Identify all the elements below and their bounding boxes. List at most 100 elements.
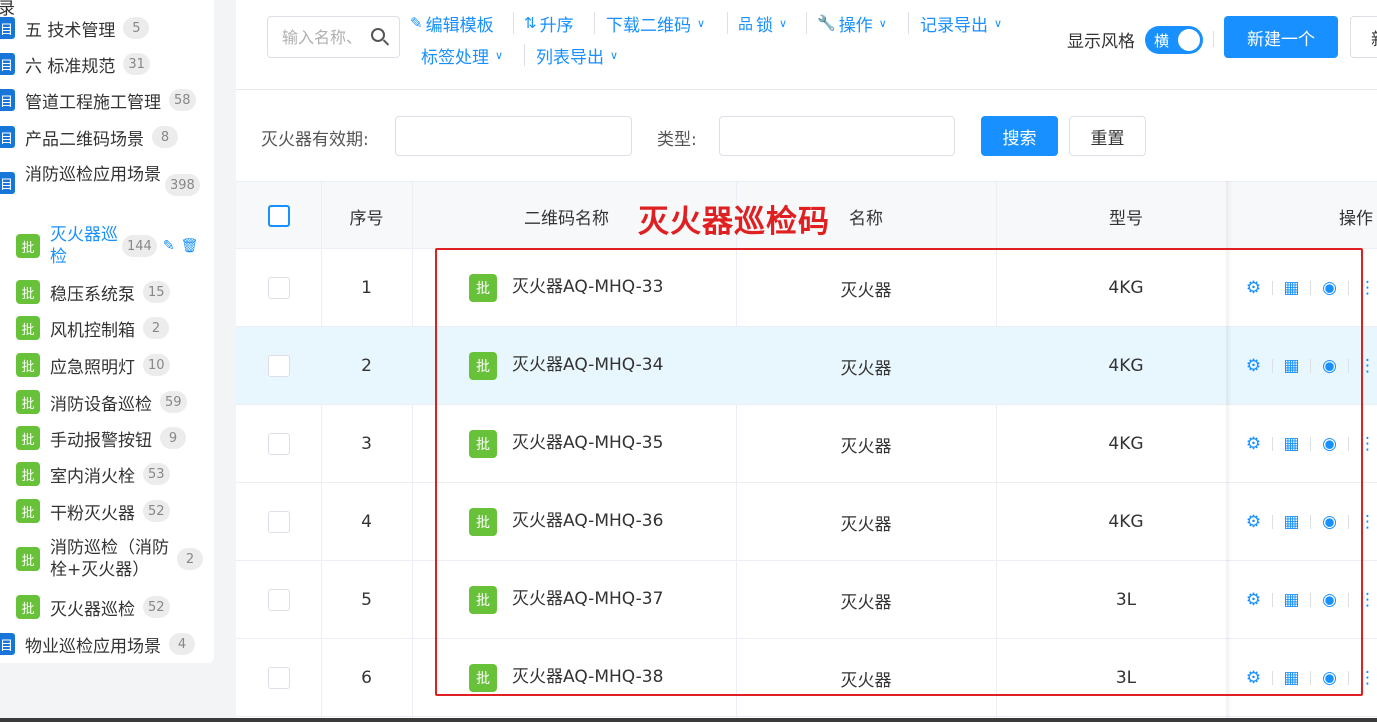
- row-checkbox[interactable]: [268, 667, 290, 689]
- select-all-checkbox[interactable]: [268, 205, 290, 227]
- row-actions: ⚙ ▦ ◉ ⋮: [1226, 561, 1377, 639]
- row-checkbox[interactable]: [268, 277, 290, 299]
- row-name: 灭火器: [736, 639, 996, 717]
- search-box[interactable]: [267, 16, 400, 58]
- batch-tag-icon: 批: [16, 316, 40, 340]
- tree-item[interactable]: 目 管道工程施工管理 58: [0, 85, 196, 115]
- qr-code-icon[interactable]: ▦: [1282, 668, 1301, 688]
- eye-view-icon[interactable]: ◉: [1320, 512, 1339, 532]
- tree-child-item-active[interactable]: 批 灭火器巡检 144 ✎ 🗑: [16, 222, 198, 270]
- table-row[interactable]: 1批灭火器AQ-MHQ-33灭火器4KG⚙▦◉⋮: [236, 249, 1377, 327]
- search-button[interactable]: 搜索: [981, 116, 1058, 156]
- download-qr-label: 下载二维码: [606, 11, 691, 36]
- tree-item[interactable]: 目 物业巡检应用场景 4: [0, 629, 195, 659]
- tree-item[interactable]: 目 五 技术管理 5: [0, 13, 149, 43]
- tree-item[interactable]: 目 产品二维码场景 8: [0, 122, 178, 152]
- settings-gear-icon[interactable]: ⚙: [1244, 668, 1263, 688]
- table-row[interactable]: 3批灭火器AQ-MHQ-35灭火器4KG⚙▦◉⋮: [236, 405, 1377, 483]
- operate-dropdown[interactable]: 🔧 操作 ∨: [817, 10, 887, 36]
- table-row[interactable]: 2批灭火器AQ-MHQ-34灭火器4KG⚙▦◉⋮: [236, 327, 1377, 405]
- qr-name-link[interactable]: 灭火器AQ-MHQ-38: [512, 662, 663, 687]
- eye-view-icon[interactable]: ◉: [1320, 278, 1339, 298]
- search-input[interactable]: [282, 28, 368, 47]
- tree-item-label: 物业巡检应用场景: [25, 632, 161, 657]
- row-name: 灭火器: [736, 561, 996, 639]
- export-list-label: 列表导出: [536, 43, 604, 68]
- qr-name-link[interactable]: 灭火器AQ-MHQ-34: [512, 350, 663, 375]
- edit-template-button[interactable]: ✎ 编辑模板: [410, 10, 494, 36]
- row-index: 1: [321, 249, 412, 327]
- tree-item-label: 应急照明灯: [50, 353, 135, 378]
- eye-view-icon[interactable]: ◉: [1320, 590, 1339, 610]
- eye-view-icon[interactable]: ◉: [1320, 434, 1339, 454]
- action-divider: [1348, 359, 1349, 373]
- table-row[interactable]: 6批灭火器AQ-MHQ-38灭火器3L⚙▦◉⋮: [236, 639, 1377, 717]
- qr-code-icon[interactable]: ▦: [1282, 590, 1301, 610]
- more-icon[interactable]: ⋮: [1358, 356, 1377, 376]
- lock-dropdown[interactable]: 品 锁 ∨: [738, 10, 787, 36]
- search-icon[interactable]: [371, 28, 385, 42]
- more-icon[interactable]: ⋮: [1358, 434, 1377, 454]
- row-select-cell: [236, 561, 321, 639]
- row-checkbox[interactable]: [268, 433, 290, 455]
- lock-icon: 品: [738, 13, 753, 34]
- settings-gear-icon[interactable]: ⚙: [1244, 512, 1263, 532]
- action-divider: [1310, 281, 1311, 295]
- tree-child-item[interactable]: 批 室内消火栓 53: [16, 459, 170, 489]
- eye-view-icon[interactable]: ◉: [1320, 356, 1339, 376]
- sort-asc-button[interactable]: ⇅ 升序: [524, 10, 574, 36]
- qr-code-icon[interactable]: ▦: [1282, 434, 1301, 454]
- row-actions: ⚙ ▦ ◉ ⋮: [1226, 327, 1377, 405]
- qr-code-icon[interactable]: ▦: [1282, 356, 1301, 376]
- row-model: 4KG: [996, 327, 1256, 405]
- row-checkbox[interactable]: [268, 511, 290, 533]
- catalog-icon: 目: [0, 126, 15, 148]
- row-checkbox[interactable]: [268, 355, 290, 377]
- settings-gear-icon[interactable]: ⚙: [1244, 356, 1263, 376]
- qr-code-icon[interactable]: ▦: [1282, 278, 1301, 298]
- eye-view-icon[interactable]: ◉: [1320, 668, 1339, 688]
- reset-button[interactable]: 重置: [1069, 116, 1146, 156]
- action-divider: [1272, 515, 1273, 529]
- delete-icon[interactable]: 🗑: [181, 238, 199, 254]
- tree-child-item[interactable]: 批 消防巡检（消防栓+灭火器） 2: [16, 534, 203, 584]
- row-checkbox[interactable]: [268, 589, 290, 611]
- tree-child-item[interactable]: 批 应急照明灯 10: [16, 350, 170, 380]
- table-row[interactable]: 5批灭火器AQ-MHQ-37灭火器3L⚙▦◉⋮: [236, 561, 1377, 639]
- qr-name-link[interactable]: 灭火器AQ-MHQ-35: [512, 428, 663, 453]
- qr-code-icon[interactable]: ▦: [1282, 512, 1301, 532]
- expiry-date-input[interactable]: [395, 116, 632, 156]
- operate-label: 操作: [839, 11, 873, 36]
- tree-child-item[interactable]: 批 稳压系统泵 15: [16, 277, 170, 307]
- qr-name-link[interactable]: 灭火器AQ-MHQ-37: [512, 584, 663, 609]
- row-qr-name-cell: 批灭火器AQ-MHQ-38: [412, 639, 736, 717]
- tree-item-label: 稳压系统泵: [50, 280, 135, 305]
- export-list-dropdown[interactable]: 列表导出 ∨: [536, 42, 618, 68]
- tree-item[interactable]: 目 六 标准规范 31: [0, 49, 150, 79]
- new-button[interactable]: 新建一个: [1224, 16, 1338, 58]
- qr-name-link[interactable]: 灭火器AQ-MHQ-36: [512, 506, 663, 531]
- download-qr-dropdown[interactable]: 下载二维码 ∨: [606, 10, 705, 36]
- type-input[interactable]: [719, 116, 955, 156]
- export-records-dropdown[interactable]: 记录导出 ∨: [920, 10, 1002, 36]
- settings-gear-icon[interactable]: ⚙: [1244, 434, 1263, 454]
- settings-gear-icon[interactable]: ⚙: [1244, 590, 1263, 610]
- more-icon[interactable]: ⋮: [1358, 590, 1377, 610]
- table-row[interactable]: 4批灭火器AQ-MHQ-36灭火器4KG⚙▦◉⋮: [236, 483, 1377, 561]
- tree-child-item[interactable]: 批 消防设备巡检 59: [16, 387, 187, 417]
- more-icon[interactable]: ⋮: [1358, 512, 1377, 532]
- tree-child-item[interactable]: 批 手动报警按钮 9: [16, 423, 186, 453]
- edit-icon[interactable]: ✎: [163, 238, 175, 254]
- tag-process-dropdown[interactable]: 标签处理 ∨: [421, 42, 503, 68]
- more-icon[interactable]: ⋮: [1358, 278, 1377, 298]
- tree-child-item[interactable]: 批 干粉灭火器 52: [16, 496, 170, 526]
- tree-item[interactable]: 目 消防巡检应用场景 398: [0, 158, 200, 208]
- display-style-label: 显示风格: [1067, 27, 1135, 52]
- qr-name-link[interactable]: 灭火器AQ-MHQ-33: [512, 272, 663, 297]
- settings-gear-icon[interactable]: ⚙: [1244, 278, 1263, 298]
- tree-child-item[interactable]: 批 风机控制箱 2: [16, 313, 169, 343]
- display-style-toggle[interactable]: 横: [1145, 26, 1203, 54]
- overflow-new-button[interactable]: 新: [1350, 16, 1377, 58]
- more-icon[interactable]: ⋮: [1358, 668, 1377, 688]
- tree-child-item[interactable]: 批 灭火器巡检 52: [16, 592, 170, 622]
